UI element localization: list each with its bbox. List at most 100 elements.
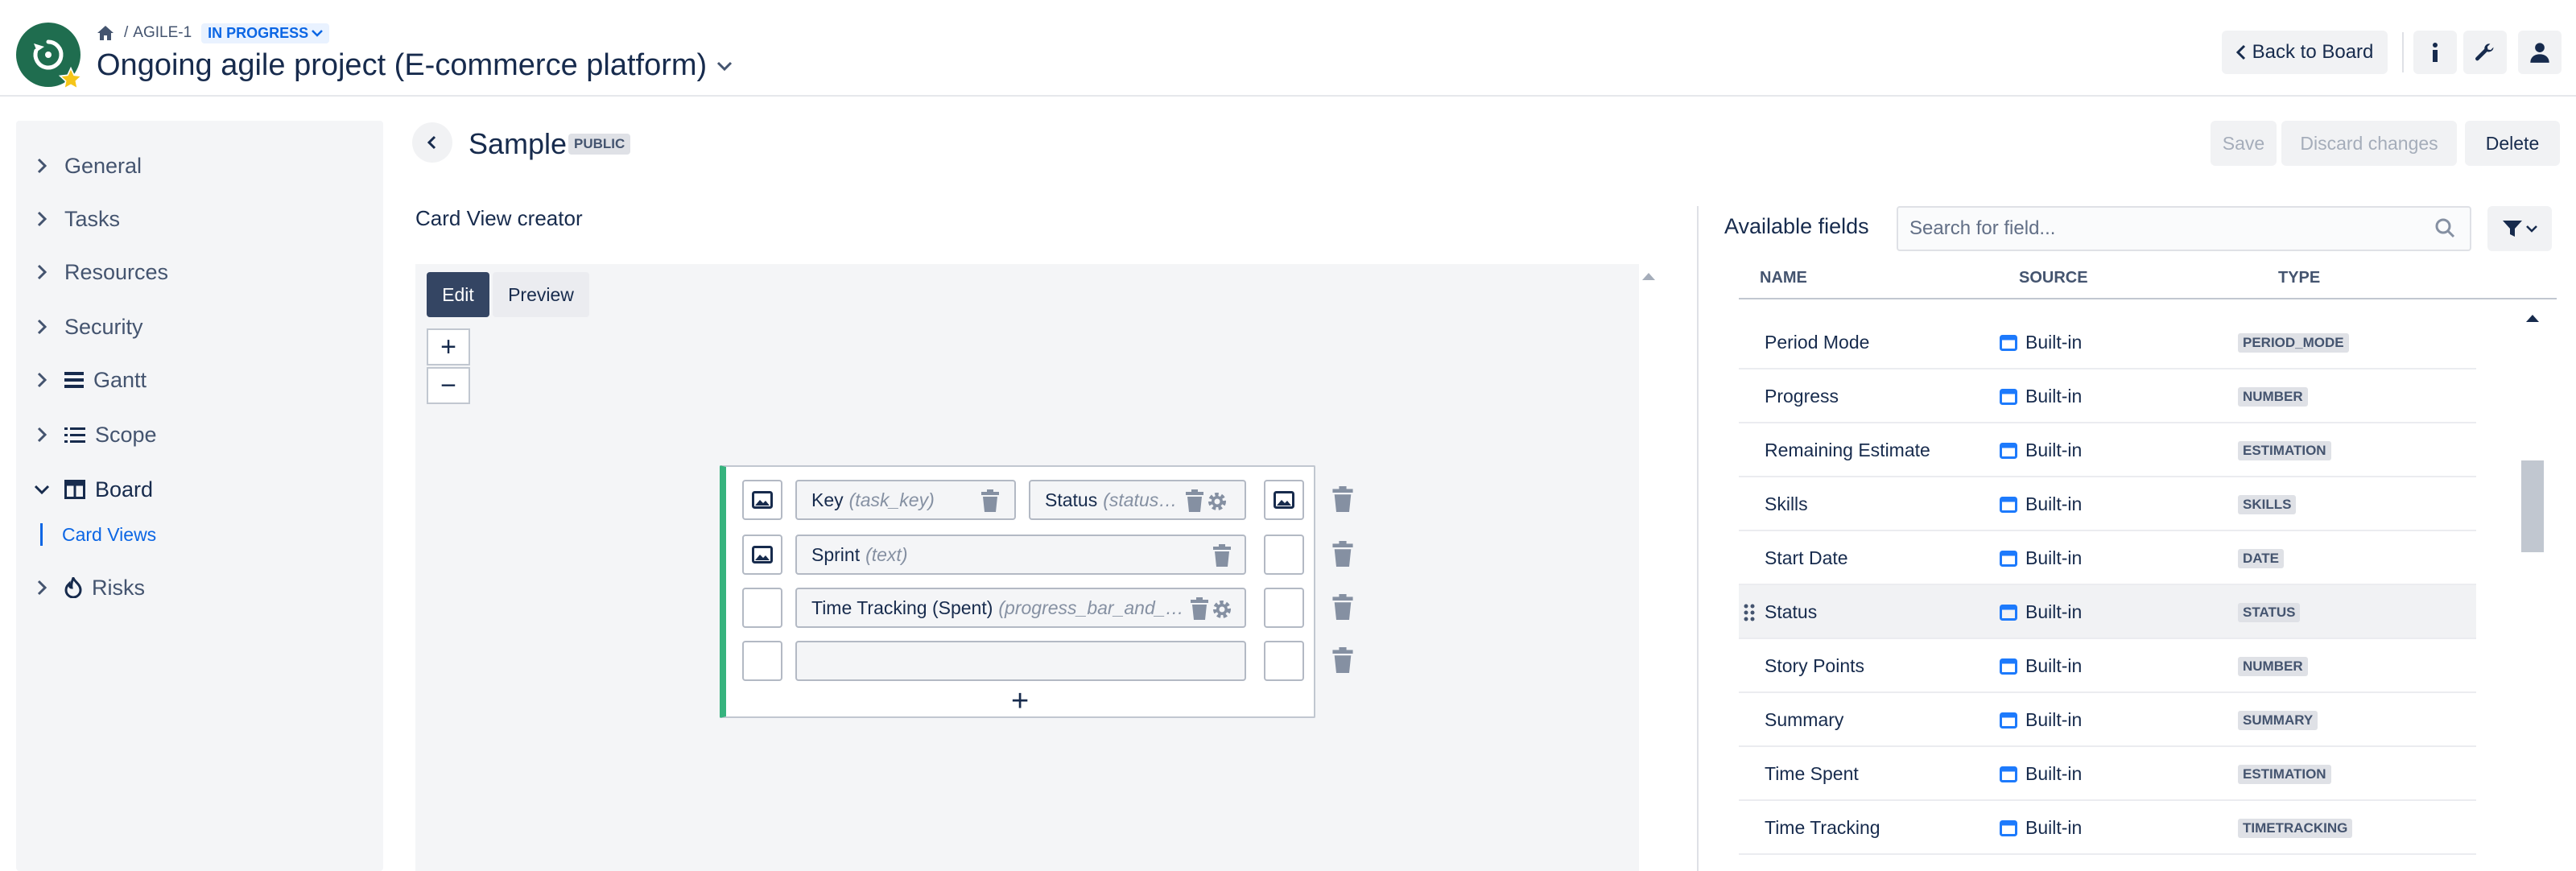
table-row[interactable]: Time Tracking Built-in TIMETRACKING: [1739, 801, 2476, 855]
header-divider: [1739, 298, 2557, 299]
add-row-button[interactable]: +: [1011, 684, 1029, 719]
sidebar-item-card-views[interactable]: Card Views: [40, 520, 156, 549]
card-field-status[interactable]: Status (status_…: [1029, 480, 1246, 520]
field-search-input[interactable]: [1897, 206, 2471, 251]
field-type-badge: SUMMARY: [2238, 711, 2318, 730]
table-row[interactable]: Status Built-in STATUS: [1739, 585, 2476, 639]
field-type-badge: PERIOD_MODE: [2238, 333, 2349, 353]
delete-row-icon[interactable]: [1331, 647, 1354, 673]
tab-preview[interactable]: Preview: [493, 272, 589, 317]
scroll-up-icon[interactable]: [2524, 312, 2541, 324]
board-icon: [64, 480, 85, 499]
trash-icon[interactable]: [1185, 489, 1204, 512]
chevron-left-icon: [427, 135, 436, 150]
field-name: Period Mode: [1765, 332, 1870, 353]
gantt-icon: [64, 372, 84, 388]
trash-icon[interactable]: [1212, 544, 1232, 567]
sidebar-item-general[interactable]: General: [32, 150, 142, 182]
sidebar-item-board[interactable]: Board: [32, 473, 153, 506]
field-source-label: Built-in: [2025, 386, 2083, 407]
sidebar-item-security[interactable]: Security: [32, 311, 143, 343]
card-view-name[interactable]: Sample: [469, 127, 567, 161]
fire-icon: [64, 577, 82, 598]
image-slot-right[interactable]: [1264, 480, 1304, 520]
visibility-badge: PUBLIC: [568, 134, 631, 155]
sidebar-item-label: Risks: [92, 575, 145, 600]
sidebar-item-tasks[interactable]: Tasks: [32, 203, 120, 235]
builtin-icon: [2000, 658, 2017, 675]
drag-handle-icon[interactable]: [1744, 603, 1755, 622]
sidebar-item-scope[interactable]: Scope: [32, 419, 157, 451]
delete-button[interactable]: Delete: [2465, 121, 2560, 166]
table-row[interactable]: Time Spent Built-in ESTIMATION: [1739, 747, 2476, 801]
search-icon[interactable]: [2434, 217, 2455, 238]
zoom-out-button[interactable]: −: [427, 367, 470, 404]
back-button[interactable]: [412, 122, 452, 163]
builtin-icon: [2000, 388, 2017, 405]
back-to-board-button[interactable]: Back to Board: [2222, 31, 2388, 74]
delete-row-icon[interactable]: [1331, 486, 1354, 512]
table-row[interactable]: Progress Built-in NUMBER: [1739, 369, 2476, 423]
filter-button[interactable]: [2487, 206, 2552, 251]
builtin-icon: [2000, 550, 2017, 567]
image-slot-right[interactable]: [1264, 641, 1304, 681]
project-title-dropdown[interactable]: Ongoing agile project (E-commerce platfo…: [97, 48, 733, 83]
discard-changes-button[interactable]: Discard changes: [2281, 121, 2457, 166]
column-header-name[interactable]: NAME: [1760, 269, 1807, 287]
info-button[interactable]: [2413, 31, 2457, 74]
project-avatar[interactable]: [16, 23, 84, 90]
gear-icon[interactable]: [1211, 598, 1233, 621]
home-icon[interactable]: [97, 25, 114, 41]
sidebar-item-resources[interactable]: Resources: [32, 256, 168, 288]
field-source-label: Built-in: [2025, 332, 2083, 353]
save-button[interactable]: Save: [2211, 121, 2277, 166]
scrollbar-thumb[interactable]: [2521, 460, 2544, 552]
image-icon: [1274, 491, 1294, 509]
trash-icon[interactable]: [1190, 597, 1209, 620]
sidebar-item-label: Scope: [95, 422, 157, 447]
column-header-source[interactable]: SOURCE: [2019, 269, 2088, 287]
delete-row-icon[interactable]: [1331, 541, 1354, 567]
image-slot-left[interactable]: [742, 480, 782, 520]
image-slot-right[interactable]: [1264, 535, 1304, 575]
table-row[interactable]: Skills Built-in SKILLS: [1739, 477, 2476, 531]
table-row[interactable]: Summary Built-in SUMMARY: [1739, 693, 2476, 747]
field-source: Built-in: [2000, 763, 2082, 785]
scroll-up-icon[interactable]: [1641, 270, 1657, 282]
top-header: / AGILE-1 IN PROGRESS Ongoing agile proj…: [0, 0, 2576, 97]
card-field-empty[interactable]: [795, 641, 1246, 681]
tab-edit[interactable]: Edit: [427, 272, 489, 317]
zoom-in-button[interactable]: +: [427, 328, 470, 365]
table-row[interactable]: Period Mode Built-in PERIOD_MODE: [1739, 316, 2476, 369]
user-button[interactable]: [2518, 31, 2562, 74]
table-row[interactable]: Story Points Built-in NUMBER: [1739, 639, 2476, 693]
image-slot-right[interactable]: [1264, 588, 1304, 628]
sidebar-item-risks[interactable]: Risks: [32, 572, 145, 604]
image-slot-left[interactable]: [742, 641, 782, 681]
status-badge[interactable]: IN PROGRESS: [201, 23, 330, 43]
image-slot-left[interactable]: [742, 588, 782, 628]
card-field-time-tracking[interactable]: Time Tracking (Spent) (progress_bar_and_…: [795, 588, 1246, 628]
card-field-key[interactable]: Key (task_key): [795, 480, 1016, 520]
column-header-type[interactable]: TYPE: [2278, 269, 2320, 287]
field-name: Remaining Estimate: [1765, 440, 1930, 460]
settings-button[interactable]: [2463, 31, 2507, 74]
image-slot-left[interactable]: [742, 535, 782, 575]
delete-row-icon[interactable]: [1331, 594, 1354, 620]
card-field-sprint[interactable]: Sprint (text): [795, 535, 1246, 575]
project-title: Ongoing agile project (E-commerce platfo…: [97, 48, 708, 82]
sidebar-item-gantt[interactable]: Gantt: [32, 364, 147, 396]
field-name: Time Tracking: [1765, 817, 1880, 838]
fields-scrollbar[interactable]: [2520, 303, 2545, 871]
gear-icon[interactable]: [1206, 490, 1228, 513]
sidebar-item-label: Gantt: [93, 367, 147, 392]
active-indicator: [40, 523, 43, 546]
table-row[interactable]: Remaining Estimate Built-in ESTIMATION: [1739, 423, 2476, 477]
back-to-board-label: Back to Board: [2252, 41, 2374, 63]
chevron-down-icon: [717, 61, 733, 71]
table-row[interactable]: Start Date Built-in DATE: [1739, 531, 2476, 585]
chevron-right-icon: [37, 372, 47, 388]
trash-icon[interactable]: [980, 489, 1000, 512]
project-key[interactable]: AGILE-1: [133, 24, 192, 42]
field-type-badge: SKILLS: [2238, 495, 2297, 514]
